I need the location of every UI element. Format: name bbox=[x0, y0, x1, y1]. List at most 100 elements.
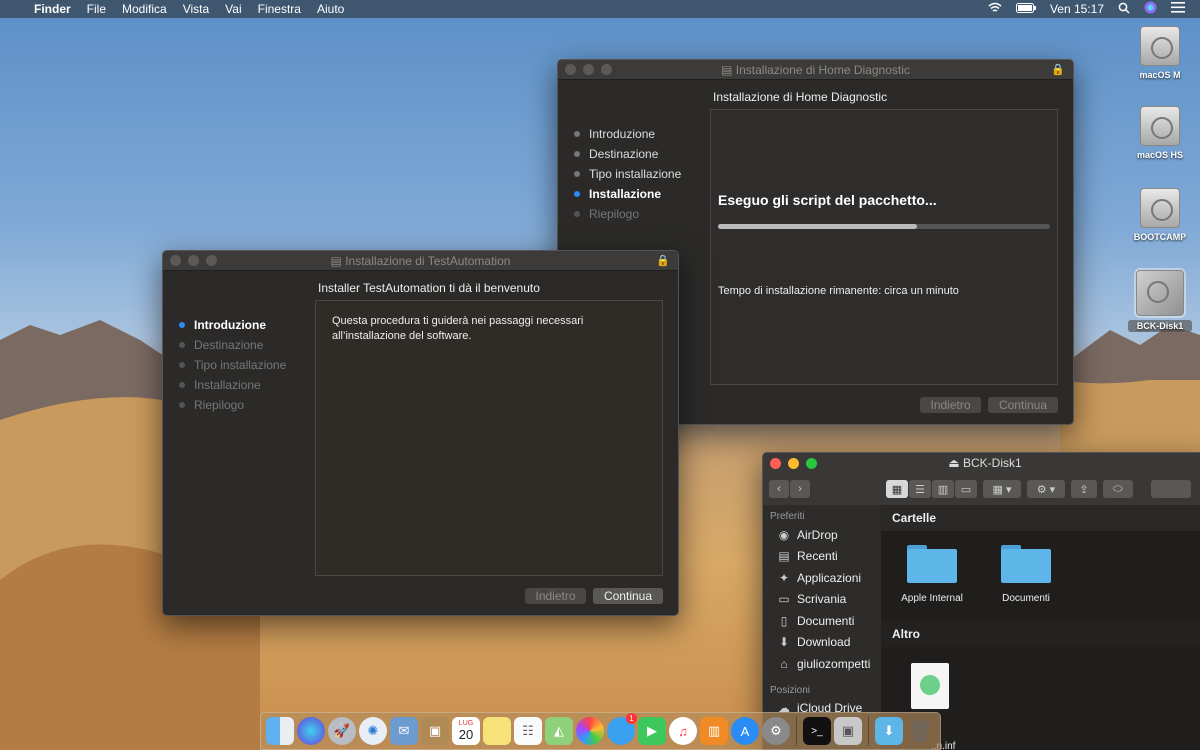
titlebar[interactable]: ▤ Installazione di Home Diagnostic 🔒 bbox=[558, 60, 1073, 80]
step-riepilogo: Riepilogo bbox=[574, 204, 681, 224]
facetime-icon[interactable]: ▶ bbox=[638, 717, 666, 745]
applications-icon: ✦ bbox=[778, 570, 790, 585]
clock[interactable]: Ven 15:17 bbox=[1043, 2, 1111, 16]
package-icon: ▤ bbox=[721, 62, 736, 77]
installer-icon[interactable]: ▣ bbox=[834, 717, 862, 745]
dock-separator bbox=[868, 716, 869, 746]
step-introduzione: Introduzione bbox=[574, 124, 681, 144]
siri-icon[interactable] bbox=[1137, 1, 1164, 17]
maps-icon[interactable]: ◭ bbox=[545, 717, 573, 745]
window-title: Installazione di TestAutomation bbox=[345, 253, 511, 268]
launchpad-icon[interactable]: 🚀 bbox=[328, 717, 356, 745]
books-icon[interactable]: ▥ bbox=[700, 717, 728, 745]
search-icon[interactable] bbox=[1111, 2, 1137, 17]
search-field[interactable] bbox=[1151, 480, 1191, 498]
continue-button[interactable]: Continua bbox=[988, 397, 1058, 413]
downloads-stack-icon[interactable]: ⬇ bbox=[875, 717, 903, 745]
share-icon[interactable]: ⇪ bbox=[1071, 480, 1097, 498]
zoom-button[interactable] bbox=[206, 255, 217, 266]
sidebar-item-scrivania[interactable]: ▭ Scrivania bbox=[763, 589, 881, 611]
back-arrow-icon[interactable]: ‹ bbox=[769, 480, 789, 498]
disk-small-icon: ⏏ bbox=[948, 456, 963, 470]
wifi-icon[interactable] bbox=[981, 2, 1009, 17]
notes-icon[interactable] bbox=[483, 717, 511, 745]
menu-aiuto[interactable]: Aiuto bbox=[309, 0, 352, 18]
finder-window[interactable]: ⏏ BCK-Disk1 ‹ › ▦ ☰ ▥ ▭ ▦ ▾ ⚙ ▾ ⇪ ⬭ Pref… bbox=[762, 452, 1200, 750]
welcome-text: Questa procedura ti guiderà nei passaggi… bbox=[332, 315, 584, 342]
hard-disk-icon bbox=[1140, 106, 1180, 146]
system-preferences-icon[interactable]: ⚙ bbox=[762, 717, 790, 745]
installer-heading: Installer TestAutomation ti dà il benven… bbox=[318, 281, 540, 295]
list-view-icon[interactable]: ☰ bbox=[909, 480, 931, 498]
gear-icon[interactable]: ⚙ ▾ bbox=[1027, 480, 1065, 498]
menu-bar: Finder File Modifica Vista Vai Finestra … bbox=[0, 0, 1200, 18]
mail-icon[interactable]: ✉ bbox=[390, 717, 418, 745]
menu-finder[interactable]: Finder bbox=[26, 0, 79, 18]
folder-apple-internal[interactable]: Apple Internal bbox=[887, 545, 977, 604]
dock-separator bbox=[796, 716, 797, 746]
menu-vista[interactable]: Vista bbox=[175, 0, 217, 18]
window-title: Installazione di Home Diagnostic bbox=[735, 62, 910, 77]
contacts-icon[interactable]: ▣ bbox=[421, 717, 449, 745]
minimize-button[interactable] bbox=[788, 457, 799, 469]
lock-icon: 🔒 bbox=[1051, 64, 1065, 76]
hard-disk-icon bbox=[1140, 26, 1180, 66]
sidebar-item-recenti[interactable]: ▤ Recenti bbox=[763, 546, 881, 568]
folder-documenti[interactable]: Documenti bbox=[981, 545, 1071, 604]
sidebar-item-download[interactable]: ⬇ Download bbox=[763, 632, 881, 654]
package-file-icon[interactable] bbox=[911, 663, 949, 709]
desktop-disk-bootcamp[interactable]: BOOTCAMP bbox=[1128, 188, 1192, 242]
minimize-button[interactable] bbox=[583, 64, 594, 75]
zoom-button[interactable] bbox=[806, 457, 817, 469]
safari-icon[interactable]: ✺ bbox=[359, 717, 387, 745]
hard-disk-icon bbox=[1140, 188, 1180, 228]
installer-window-testautomation[interactable]: ▤ Installazione di TestAutomation 🔒 Inst… bbox=[162, 250, 679, 616]
column-view-icon[interactable]: ▥ bbox=[932, 480, 954, 498]
finder-icon[interactable] bbox=[266, 717, 294, 745]
zoom-button[interactable] bbox=[601, 64, 612, 75]
favorites-header: Preferiti bbox=[770, 511, 805, 522]
installer-steps: Introduzione Destinazione Tipo installaz… bbox=[574, 124, 681, 224]
sidebar-item-applicazioni[interactable]: ✦ Applicazioni bbox=[763, 567, 881, 589]
siri-icon[interactable] bbox=[297, 717, 325, 745]
close-button[interactable] bbox=[565, 64, 576, 75]
menu-finestra[interactable]: Finestra bbox=[250, 0, 309, 18]
gallery-view-icon[interactable]: ▭ bbox=[955, 480, 977, 498]
trash-icon[interactable]: 🗑 bbox=[906, 717, 934, 745]
tag-icon[interactable]: ⬭ bbox=[1103, 480, 1133, 498]
battery-icon[interactable] bbox=[1009, 2, 1043, 16]
photos-icon[interactable] bbox=[576, 717, 604, 745]
reminders-icon[interactable]: ☷ bbox=[514, 717, 542, 745]
desktop-disk-bck-disk1[interactable]: BCK-Disk1 bbox=[1128, 268, 1192, 332]
music-icon[interactable]: ♫ bbox=[669, 717, 697, 745]
close-button[interactable] bbox=[770, 457, 781, 469]
section-header-other: Altro bbox=[881, 621, 1200, 647]
step-destinazione: Destinazione bbox=[179, 335, 286, 355]
menu-file[interactable]: File bbox=[79, 0, 114, 18]
menu-modifica[interactable]: Modifica bbox=[114, 0, 175, 18]
app-store-icon[interactable]: A bbox=[731, 717, 759, 745]
sidebar-item-airdrop[interactable]: ◉ AirDrop bbox=[763, 524, 881, 546]
terminal-icon[interactable]: >_ bbox=[803, 717, 831, 745]
folder-icon bbox=[907, 545, 957, 583]
installer-steps: Introduzione Destinazione Tipo installaz… bbox=[179, 315, 286, 415]
menu-vai[interactable]: Vai bbox=[217, 0, 249, 18]
close-button[interactable] bbox=[170, 255, 181, 266]
back-button[interactable]: Indietro bbox=[920, 397, 981, 413]
sidebar-item-home[interactable]: ⌂ giuliozompetti bbox=[763, 653, 881, 675]
calendar-icon[interactable]: LUG 20 bbox=[452, 717, 480, 745]
menu-list-icon[interactable] bbox=[1164, 2, 1192, 16]
group-icon[interactable]: ▦ ▾ bbox=[983, 480, 1021, 498]
sidebar-item-documenti[interactable]: ▯ Documenti bbox=[763, 610, 881, 632]
minimize-button[interactable] bbox=[188, 255, 199, 266]
icon-view-icon[interactable]: ▦ bbox=[886, 480, 908, 498]
airdrop-icon: ◉ bbox=[778, 527, 790, 542]
desktop-disk-macos-hs[interactable]: macOS HS bbox=[1128, 106, 1192, 160]
titlebar[interactable]: ▤ Installazione di TestAutomation 🔒 bbox=[163, 251, 678, 271]
desktop-disk-macos-m[interactable]: macOS M bbox=[1128, 26, 1192, 80]
back-button[interactable]: Indietro bbox=[525, 588, 586, 604]
titlebar[interactable]: ⏏ BCK-Disk1 bbox=[763, 453, 1200, 473]
messages-icon[interactable]: 1 bbox=[607, 713, 637, 745]
forward-arrow-icon[interactable]: › bbox=[790, 480, 810, 498]
continue-button[interactable]: Continua bbox=[593, 588, 663, 604]
